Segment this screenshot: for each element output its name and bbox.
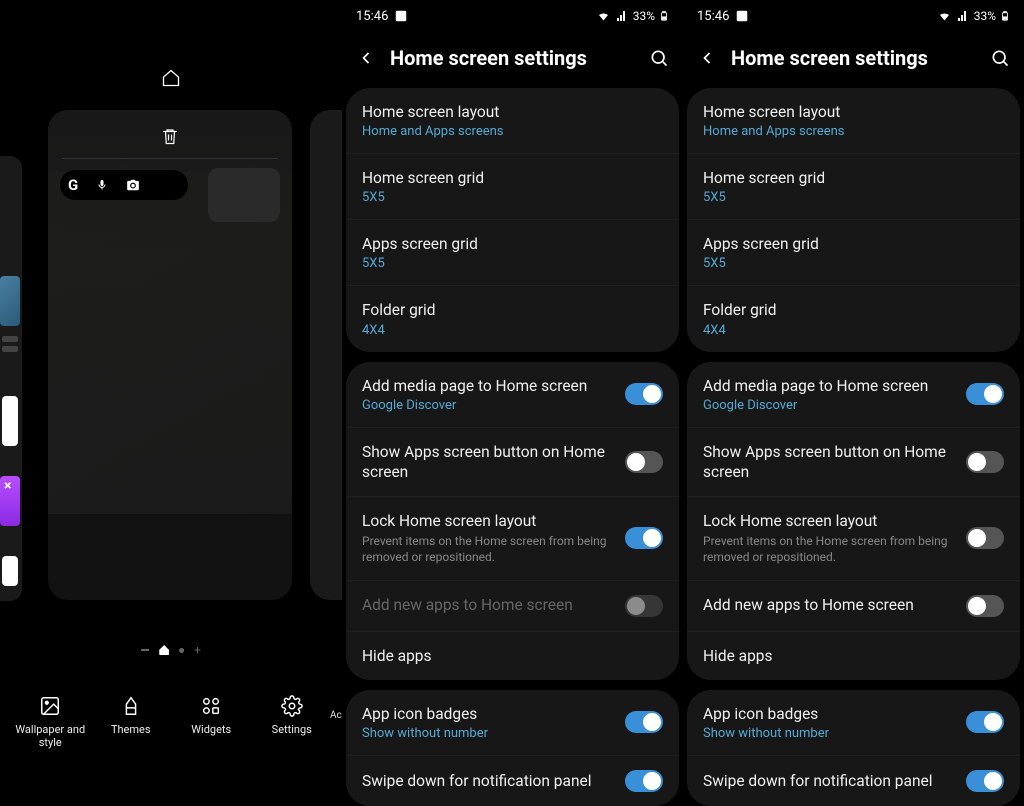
status-bar: 15:46 33%	[342, 0, 683, 28]
icon-badges-toggle[interactable]	[625, 711, 663, 733]
swipe-down-toggle[interactable]	[966, 770, 1004, 792]
settings-header: Home screen settings	[683, 28, 1024, 88]
lock-layout-row[interactable]: Lock Home screen layoutPrevent items on …	[687, 497, 1020, 581]
home-layout-row[interactable]: Home screen layoutHome and Apps screens	[687, 88, 1020, 154]
add-new-apps-row[interactable]: Add new apps to Home screen	[687, 581, 1020, 632]
options-section: Add media page to Home screenGoogle Disc…	[346, 362, 679, 680]
layout-section: Home screen layoutHome and Apps screens …	[687, 88, 1020, 352]
settings-button[interactable]: Settings	[257, 695, 327, 749]
search-icon[interactable]	[990, 48, 1010, 68]
lock-layout-row[interactable]: Lock Home screen layoutPrevent items on …	[346, 497, 679, 581]
status-bar: 15:46 33%	[683, 0, 1024, 28]
home-grid-row[interactable]: Home screen grid5X5	[346, 154, 679, 220]
media-page-row[interactable]: Add media page to Home screenGoogle Disc…	[346, 362, 679, 428]
hide-apps-row[interactable]: Hide apps	[687, 632, 1020, 680]
clock: 15:46	[697, 9, 729, 24]
editor-bottom-bar: Wallpaper and style Themes Widgets Setti…	[0, 695, 342, 749]
folder-grid-row[interactable]: Folder grid4X4	[687, 286, 1020, 351]
media-page-toggle[interactable]	[966, 383, 1004, 405]
next-page-preview[interactable]	[310, 110, 342, 600]
widget-placeholder[interactable]	[208, 168, 280, 222]
home-layout-row[interactable]: Home screen layoutHome and Apps screens	[346, 88, 679, 154]
swipe-down-row[interactable]: Swipe down for notification panel	[346, 756, 679, 806]
wifi-icon	[937, 10, 952, 22]
settings-header: Home screen settings	[342, 28, 683, 88]
widgets-button[interactable]: Widgets	[176, 695, 246, 749]
mic-icon	[96, 178, 108, 192]
page-title: Home screen settings	[731, 46, 976, 70]
search-icon[interactable]	[649, 48, 669, 68]
folder-grid-row[interactable]: Folder grid4X4	[346, 286, 679, 351]
wifi-icon	[596, 10, 611, 22]
home-grid-row[interactable]: Home screen grid5X5	[687, 154, 1020, 220]
badges-section: App icon badgesShow without number Swipe…	[687, 690, 1020, 806]
back-icon[interactable]	[356, 48, 376, 68]
swipe-down-row[interactable]: Swipe down for notification panel	[687, 756, 1020, 806]
current-page-preview[interactable]: G	[48, 110, 292, 600]
trash-icon[interactable]	[161, 126, 179, 146]
add-new-apps-row: Add new apps to Home screen	[346, 581, 679, 632]
home-editor-panel: × G Ac + Wallpaper and style Themes	[0, 0, 342, 759]
swipe-down-toggle[interactable]	[625, 770, 663, 792]
lock-layout-toggle[interactable]	[625, 527, 663, 549]
icon-badges-row[interactable]: App icon badgesShow without number	[346, 690, 679, 756]
icon-badges-row[interactable]: App icon badgesShow without number	[687, 690, 1020, 756]
clock: 15:46	[356, 9, 388, 24]
settings-screen-b: 15:46 33% Home screen settings Home scre…	[683, 0, 1024, 759]
battery-icon	[659, 9, 669, 23]
apps-button-toggle[interactable]	[966, 451, 1004, 473]
badges-section: App icon badgesShow without number Swipe…	[346, 690, 679, 806]
themes-button[interactable]: Themes	[96, 695, 166, 749]
media-page-toggle[interactable]	[625, 383, 663, 405]
page-indicator[interactable]: +	[141, 645, 201, 655]
home-icon[interactable]	[161, 68, 181, 88]
battery-text: 33%	[974, 9, 996, 23]
camera-icon	[126, 178, 140, 192]
add-new-apps-toggle[interactable]	[966, 595, 1004, 617]
wallpaper-button[interactable]: Wallpaper and style	[15, 695, 85, 749]
image-indicator-icon	[735, 9, 749, 23]
signal-icon	[615, 10, 629, 22]
apps-button-row[interactable]: Show Apps screen button on Home screen	[346, 428, 679, 497]
image-indicator-icon	[394, 9, 408, 23]
icon-badges-toggle[interactable]	[966, 711, 1004, 733]
google-g-icon: G	[68, 176, 78, 194]
lock-layout-toggle[interactable]	[966, 527, 1004, 549]
add-new-apps-toggle	[625, 595, 663, 617]
signal-icon	[956, 10, 970, 22]
battery-text: 33%	[633, 9, 655, 23]
apps-grid-row[interactable]: Apps screen grid5X5	[687, 220, 1020, 286]
hide-apps-row[interactable]: Hide apps	[346, 632, 679, 680]
apps-grid-row[interactable]: Apps screen grid5X5	[346, 220, 679, 286]
apps-button-row[interactable]: Show Apps screen button on Home screen	[687, 428, 1020, 497]
prev-page-preview[interactable]: ×	[0, 156, 22, 601]
options-section: Add media page to Home screenGoogle Disc…	[687, 362, 1020, 680]
layout-section: Home screen layoutHome and Apps screens …	[346, 88, 679, 352]
back-icon[interactable]	[697, 48, 717, 68]
page-title: Home screen settings	[390, 46, 635, 70]
media-page-row[interactable]: Add media page to Home screenGoogle Disc…	[687, 362, 1020, 428]
apps-button-toggle[interactable]	[625, 451, 663, 473]
battery-icon	[1000, 9, 1010, 23]
settings-screen-a: 15:46 33% Home screen settings Home scre…	[342, 0, 683, 759]
google-search-widget[interactable]: G	[60, 170, 188, 200]
